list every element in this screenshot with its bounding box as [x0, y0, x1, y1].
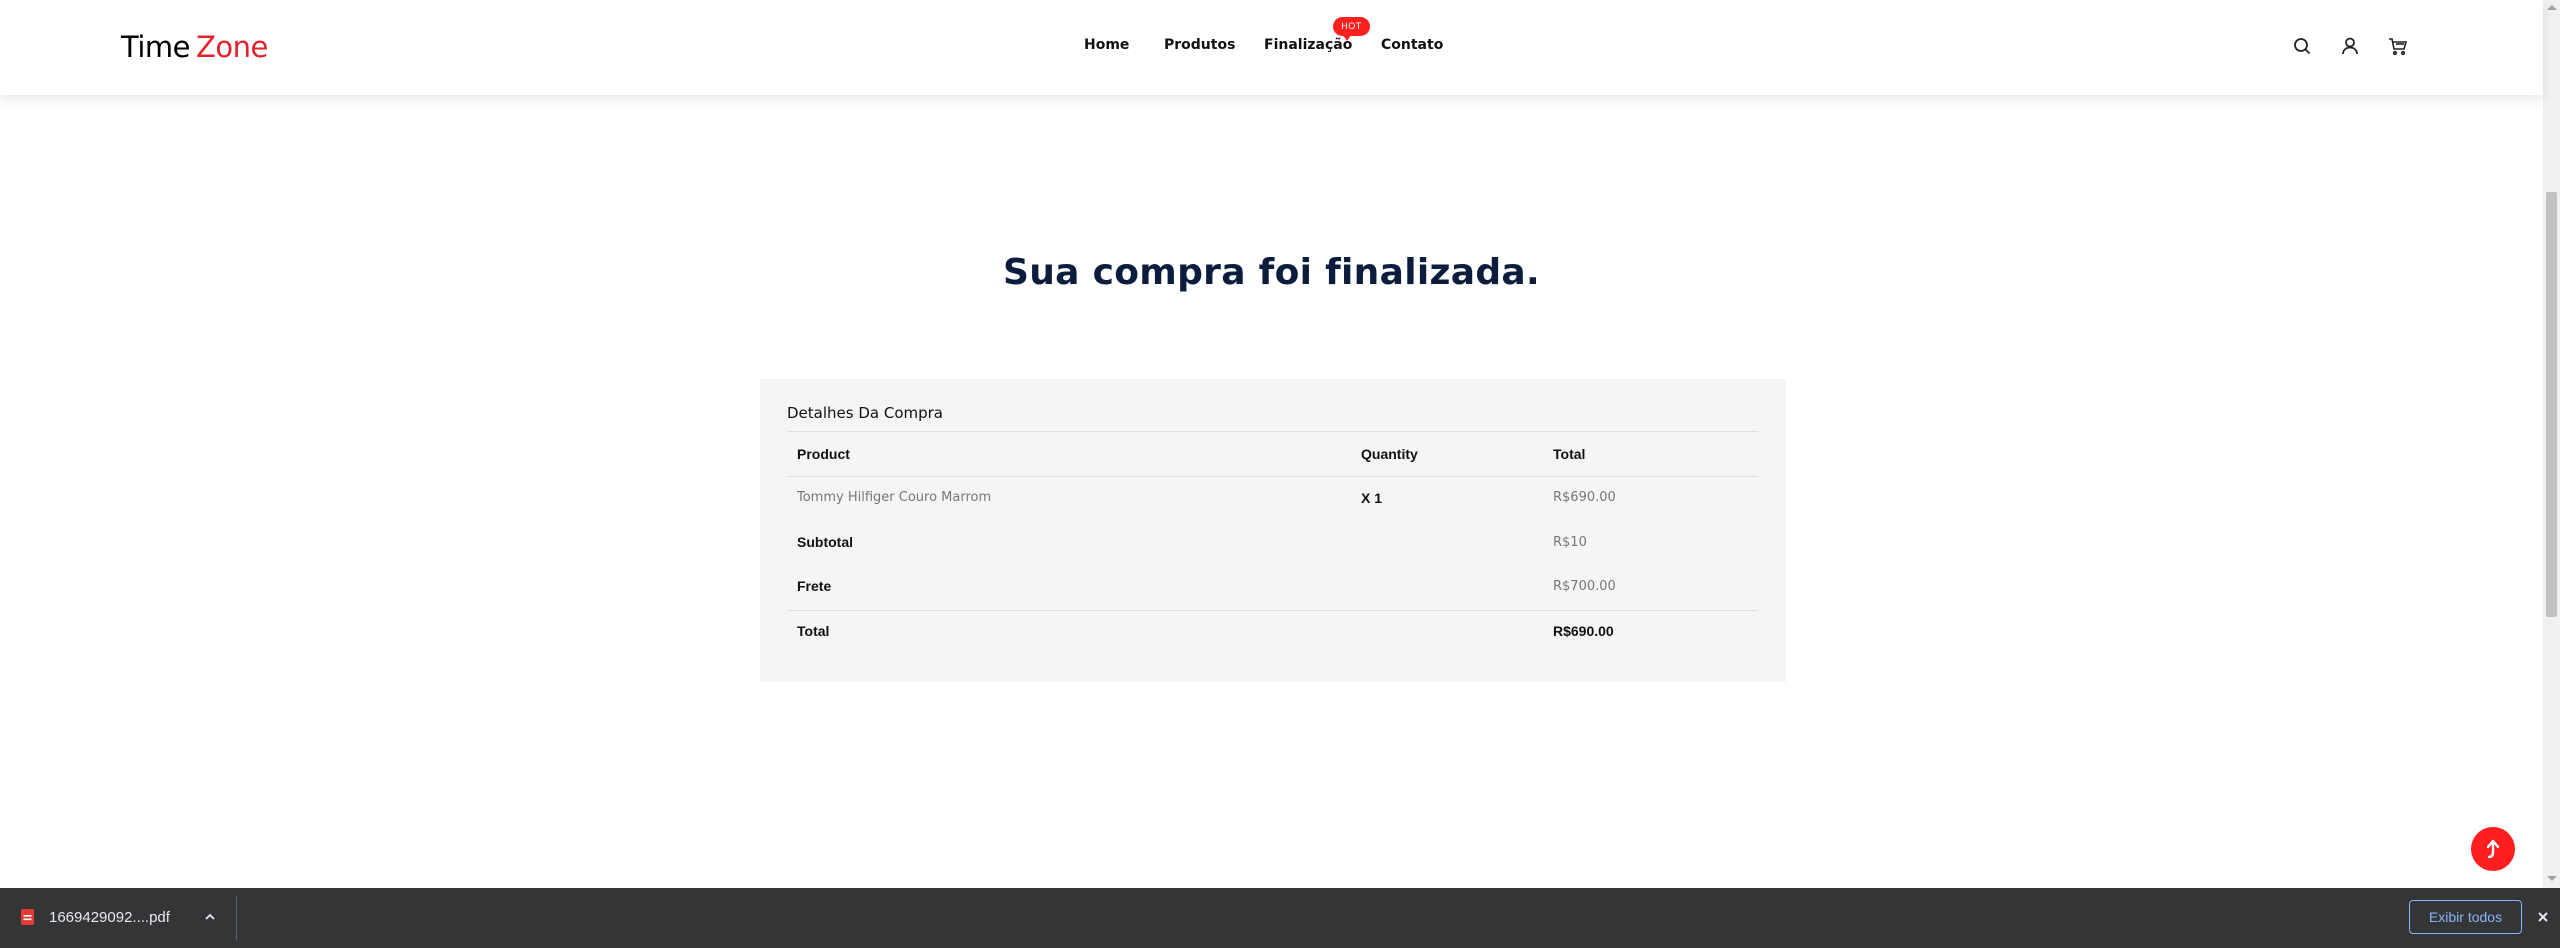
divider — [236, 896, 237, 940]
divider — [787, 610, 1758, 611]
download-file-name: 1669429092....pdf — [49, 909, 170, 926]
download-item[interactable]: 1669429092....pdf — [0, 888, 236, 948]
logo-text-zone: Zone — [195, 30, 268, 64]
scroll-up-arrow-icon[interactable] — [2547, 5, 2557, 10]
subtotal-value: R$10 — [1553, 535, 1587, 550]
divider — [787, 476, 1758, 477]
chevron-up-icon[interactable] — [204, 912, 216, 922]
total-value: R$690.00 — [1553, 623, 1614, 639]
close-icon[interactable] — [2532, 906, 2554, 928]
scroll-down-arrow-icon[interactable] — [2547, 876, 2557, 881]
download-bar: 1669429092....pdf Exibir todos — [0, 888, 2560, 948]
column-header-product: Product — [797, 446, 850, 462]
search-icon[interactable] — [2290, 34, 2314, 58]
nav-home[interactable]: Home — [1084, 37, 1129, 53]
product-quantity: X 1 — [1361, 490, 1383, 506]
subtotal-label: Subtotal — [797, 534, 853, 550]
frete-label: Frete — [797, 578, 832, 594]
arrow-up-icon — [2486, 839, 2500, 859]
product-name: Tommy Hilfiger Couro Marrom — [797, 490, 992, 505]
order-details-heading: Detalhes Da Compra — [787, 404, 943, 422]
order-details-card: Detalhes Da Compra Product Quantity Tota… — [760, 379, 1786, 682]
nav-finalizacao[interactable]: Finalização — [1264, 37, 1352, 53]
page-title: Sua compra foi finalizada. — [1003, 252, 1540, 293]
site-header: Time Zone Home Produtos Finalização HOT C… — [0, 0, 2543, 95]
nav-contato[interactable]: Contato — [1381, 37, 1443, 53]
logo-text-time: Time — [121, 30, 190, 64]
column-header-quantity: Quantity — [1361, 446, 1418, 462]
frete-value: R$700.00 — [1553, 579, 1616, 594]
total-label: Total — [797, 623, 830, 639]
divider — [787, 431, 1758, 432]
column-header-total: Total — [1553, 446, 1586, 462]
scrollbar-thumb[interactable] — [2546, 192, 2557, 617]
back-to-top-button[interactable] — [2471, 827, 2515, 871]
cart-icon[interactable] — [2386, 34, 2410, 58]
user-icon[interactable] — [2338, 34, 2362, 58]
product-total: R$690.00 — [1553, 490, 1616, 505]
show-all-downloads-button[interactable]: Exibir todos — [2409, 900, 2522, 934]
nav-produtos[interactable]: Produtos — [1164, 37, 1235, 53]
hot-badge: HOT — [1333, 17, 1370, 41]
pdf-file-icon — [21, 909, 34, 925]
logo[interactable]: Time Zone — [121, 30, 268, 64]
